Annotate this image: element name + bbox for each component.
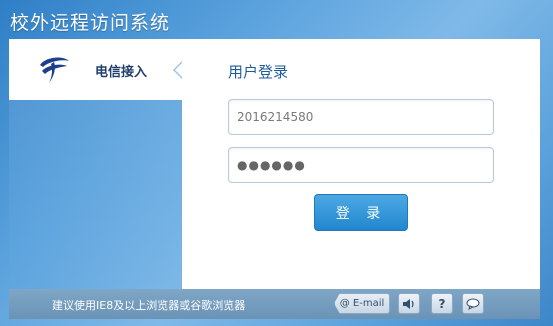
password-mask: ●●●●●● (237, 158, 306, 172)
chat-bubble-icon (466, 298, 480, 310)
username-input[interactable]: 2016214580 (228, 99, 494, 135)
username-value: 2016214580 (237, 110, 314, 124)
login-window: 校外远程访问系统 电信接入 用户登录 2016214580 ●●●●●● 登 录… (0, 0, 553, 326)
app-title: 校外远程访问系统 (10, 12, 171, 34)
email-button[interactable]: @ E-mail (334, 293, 390, 314)
speaker-icon (403, 298, 414, 309)
login-button[interactable]: 登 录 (314, 194, 408, 231)
browser-recommendation: 建议使用IE8及以上浏览器或谷歌浏览器 (52, 299, 246, 312)
footer-bar: 建议使用IE8及以上浏览器或谷歌浏览器 (9, 289, 540, 319)
login-title: 用户登录 (228, 63, 289, 81)
provider-label: 电信接入 (95, 65, 148, 80)
email-label: @ E-mail (339, 298, 385, 309)
help-icon: ? (438, 296, 446, 311)
provider-tab-telecom[interactable]: 电信接入 (9, 39, 182, 100)
password-input[interactable]: ●●●●●● (228, 147, 494, 183)
china-telecom-logo-icon (40, 57, 69, 83)
chat-button[interactable] (462, 293, 484, 314)
login-panel: 用户登录 2016214580 ●●●●●● 登 录 (182, 39, 540, 289)
help-button[interactable]: ? (431, 293, 453, 314)
speaker-button[interactable] (398, 293, 420, 314)
